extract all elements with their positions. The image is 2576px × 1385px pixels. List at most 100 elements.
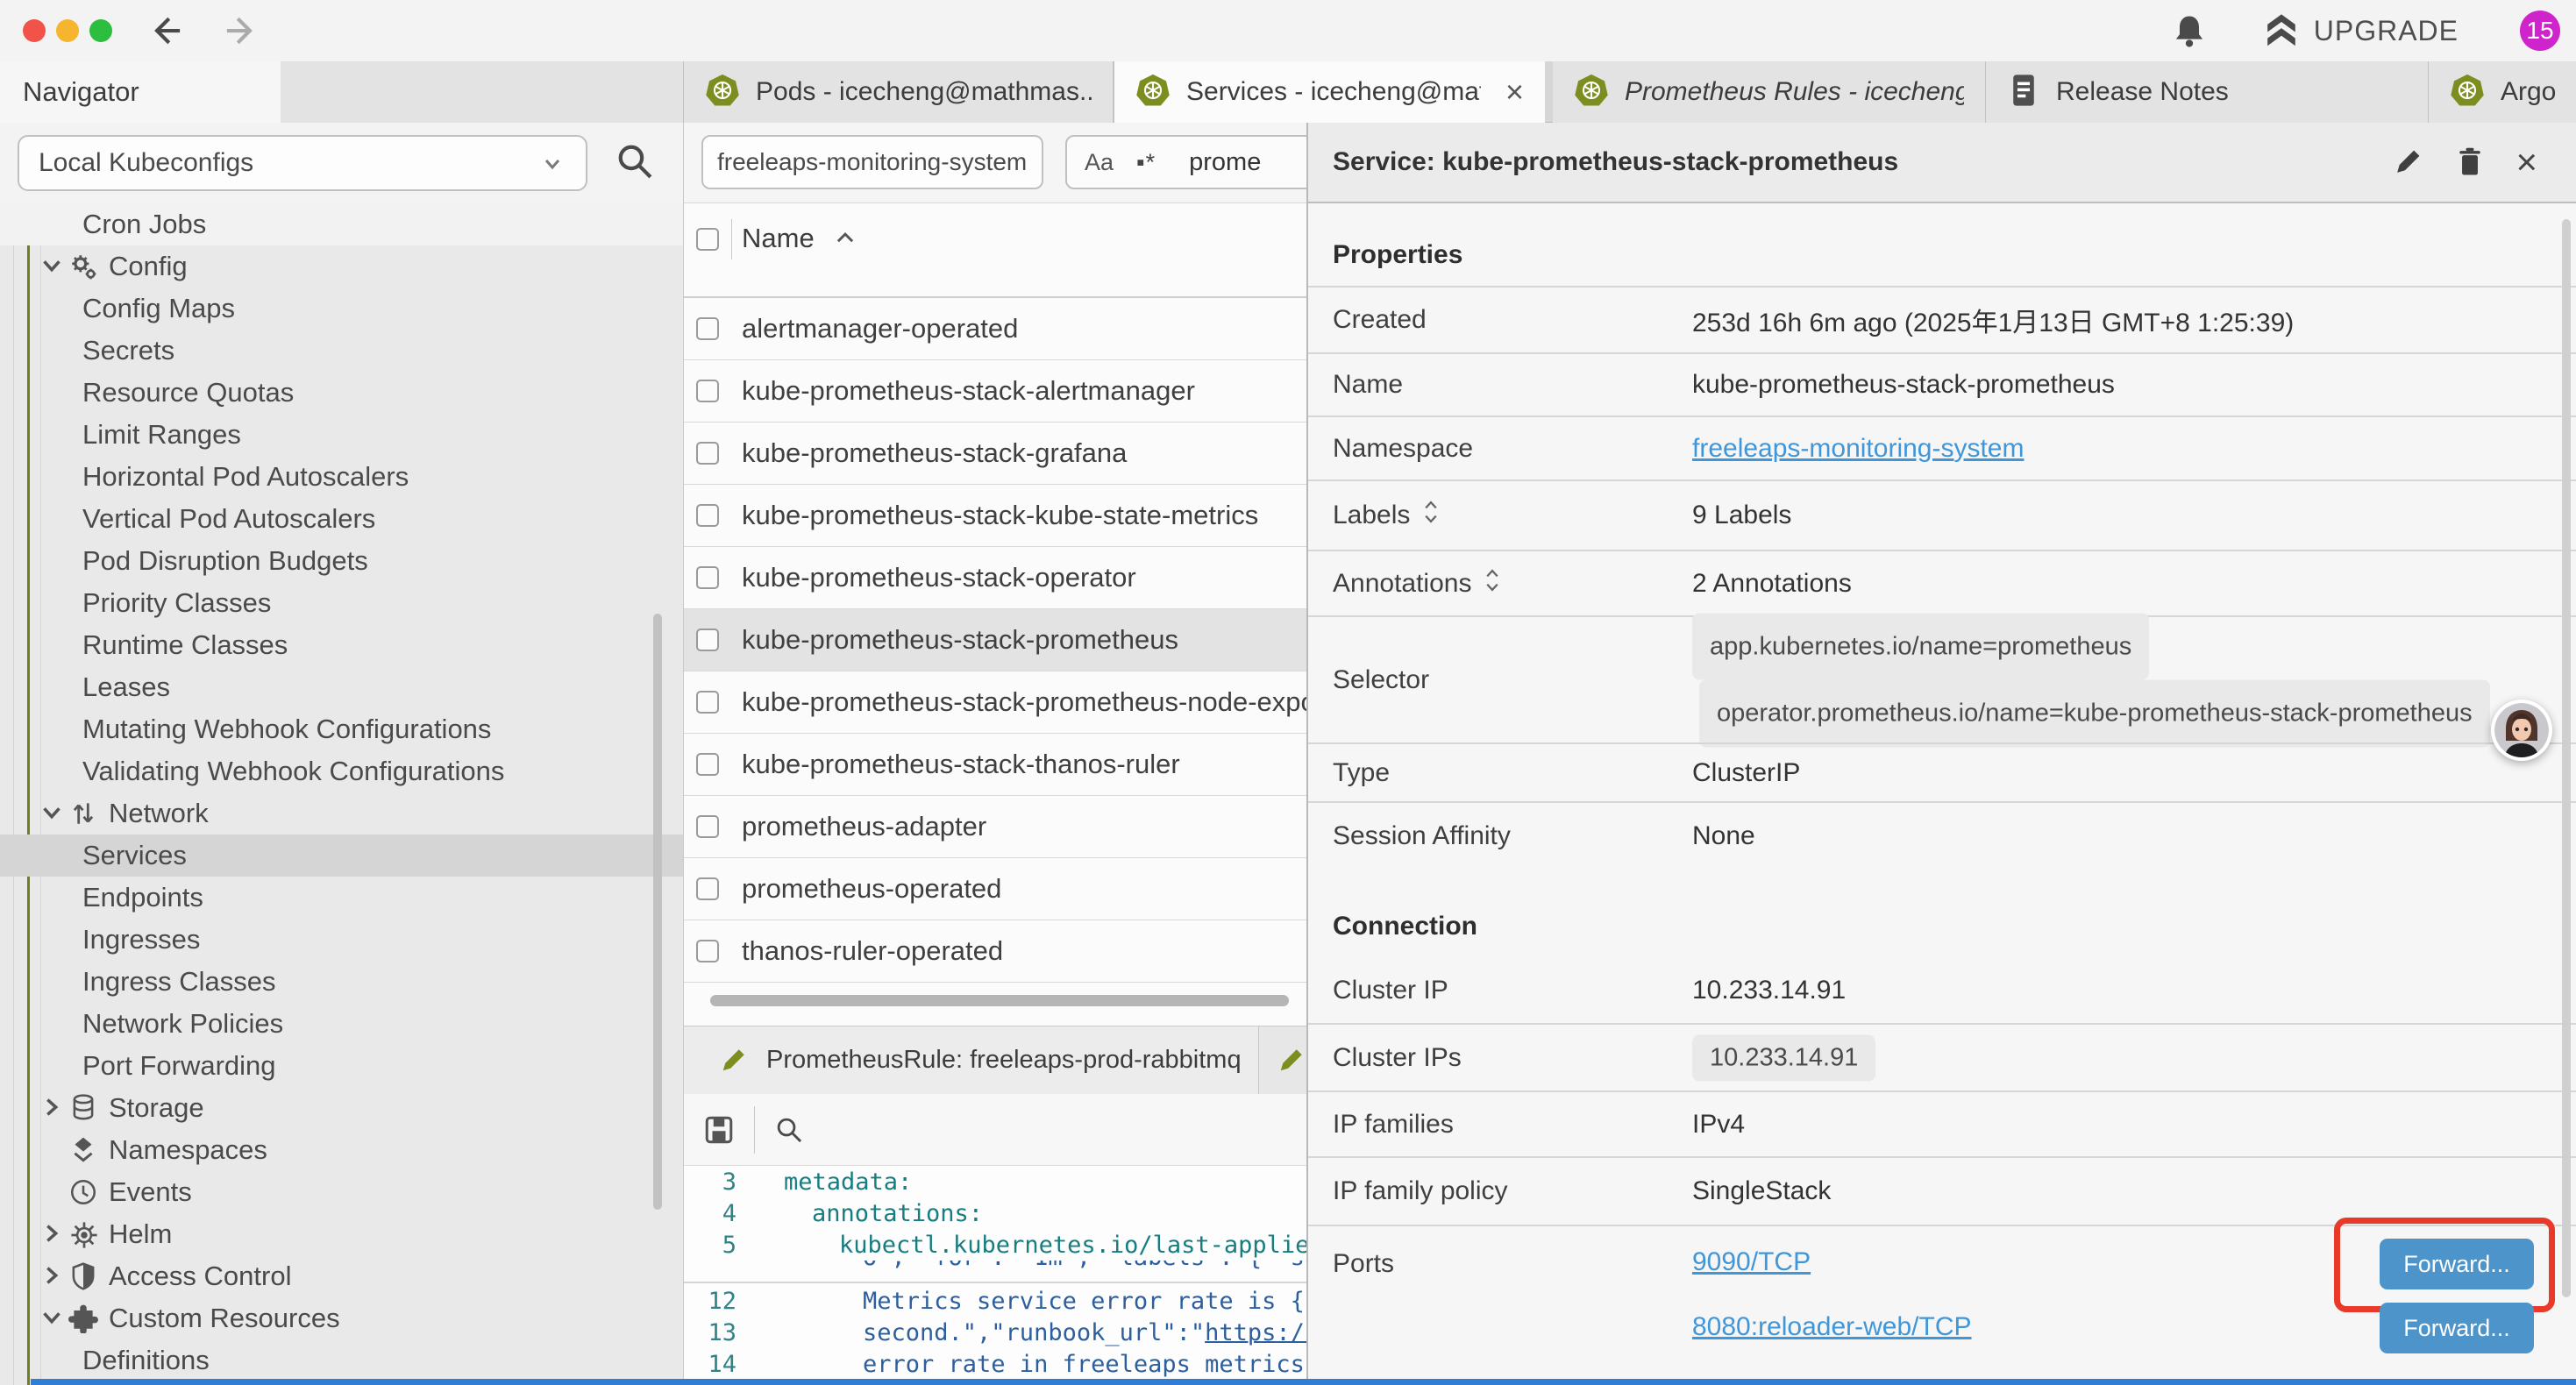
tab-close-icon[interactable]: × — [1505, 76, 1524, 108]
traffic-light-zoom-icon[interactable] — [89, 19, 112, 42]
port-link-9090-tcp[interactable]: 9090/TCP — [1692, 1247, 1811, 1277]
horizontal-scrollbar[interactable] — [710, 995, 1289, 1006]
chevron-down-icon[interactable] — [39, 252, 65, 286]
sidebar-item-priority-classes[interactable]: Priority Classes — [0, 582, 683, 624]
property-label: Annotations — [1333, 567, 1501, 600]
table-row-kube-prometheus-stack-thanos-ruler[interactable]: kube-prometheus-stack-thanos-ruler — [684, 734, 1306, 796]
sidebar-item-storage[interactable]: Storage — [0, 1087, 683, 1129]
chevron-down-icon[interactable] — [39, 799, 65, 833]
row-checkbox[interactable] — [696, 940, 719, 962]
sidebar-item-secrets[interactable]: Secrets — [0, 330, 683, 372]
sidebar-item-runtime-classes[interactable]: Runtime Classes — [0, 624, 683, 666]
chevron-down-icon[interactable] — [39, 1304, 65, 1338]
navigator-panel-tab[interactable]: Navigator — [0, 61, 281, 123]
row-checkbox[interactable] — [696, 815, 719, 838]
avatar[interactable] — [2491, 700, 2552, 761]
sidebar-item-custom-resources[interactable]: Custom Resources — [0, 1297, 683, 1339]
table-row-prometheus-adapter[interactable]: prometheus-adapter — [684, 796, 1306, 858]
sidebar-item-access-control[interactable]: Access Control — [0, 1255, 683, 1297]
editor-tab-bar: PrometheusRule: freeleaps-prod-rabbitmq — [684, 1026, 1306, 1094]
close-icon[interactable]: × — [2516, 144, 2537, 181]
namespace-link[interactable]: freeleaps-monitoring-system — [1692, 434, 2024, 463]
chevron-right-icon[interactable] — [39, 1262, 65, 1296]
traffic-light-close-icon[interactable] — [23, 19, 46, 42]
detail-scrollbar[interactable] — [2562, 219, 2571, 1297]
expand-collapse-icon[interactable] — [1410, 499, 1440, 532]
expand-collapse-icon[interactable] — [1471, 567, 1501, 600]
row-checkbox[interactable] — [696, 753, 719, 776]
table-row-kube-prometheus-stack-kube-state-metrics[interactable]: kube-prometheus-stack-kube-state-metrics — [684, 485, 1306, 547]
port-link-8080-reloader-web-tcp[interactable]: 8080:reloader-web/TCP — [1692, 1312, 1972, 1342]
sidebar-item-helm[interactable]: Helm — [0, 1213, 683, 1255]
sidebar-item-namespaces[interactable]: Namespaces — [0, 1129, 683, 1171]
namespace-filter-dropdown[interactable]: freeleaps-monitoring-system — [701, 135, 1043, 189]
match-case-toggle[interactable]: Aa — [1085, 149, 1114, 176]
search-icon[interactable] — [612, 138, 658, 184]
row-checkbox[interactable] — [696, 380, 719, 402]
table-row-kube-prometheus-stack-prometheus[interactable]: kube-prometheus-stack-prometheus — [684, 609, 1306, 671]
sidebar-item-cron-jobs[interactable]: Cron Jobs — [0, 203, 683, 245]
delete-trash-icon[interactable] — [2454, 146, 2486, 179]
table-search-input[interactable]: Aa ▪* prome — [1065, 135, 1306, 189]
upgrade-chevrons-icon[interactable] — [2261, 11, 2302, 51]
sidebar-item-vertical-pod-autoscalers[interactable]: Vertical Pod Autoscalers — [0, 498, 683, 540]
select-all-checkbox[interactable] — [696, 228, 719, 251]
row-checkbox[interactable] — [696, 877, 719, 900]
save-icon[interactable] — [701, 1112, 737, 1147]
regex-toggle[interactable]: ▪* — [1136, 149, 1156, 176]
sidebar-item-horizontal-pod-autoscalers[interactable]: Horizontal Pod Autoscalers — [0, 456, 683, 498]
sidebar-item-port-forwarding[interactable]: Port Forwarding — [0, 1045, 683, 1087]
chevron-right-icon[interactable] — [39, 1220, 65, 1254]
row-checkbox[interactable] — [696, 442, 719, 465]
sidebar-item-ingress-classes[interactable]: Ingress Classes — [0, 961, 683, 1003]
row-checkbox[interactable] — [696, 691, 719, 714]
sidebar-item-definitions[interactable]: Definitions — [0, 1339, 683, 1381]
sidebar-item-config-maps[interactable]: Config Maps — [0, 288, 683, 330]
name-column-header[interactable]: Name — [742, 223, 857, 254]
sidebar-item-services[interactable]: Services — [0, 835, 683, 877]
row-checkbox[interactable] — [696, 317, 719, 340]
forward-button-2[interactable]: Forward... — [2380, 1303, 2534, 1353]
row-checkbox[interactable] — [696, 629, 719, 651]
tab-pods-icecheng-mathmas[interactable]: Pods - icecheng@mathmas... — [684, 61, 1114, 123]
tab-services-icecheng-math[interactable]: Services - icecheng@math...× — [1114, 61, 1545, 123]
sidebar-scrollbar[interactable] — [653, 614, 662, 1210]
notification-count-badge[interactable]: 15 — [2520, 11, 2560, 51]
table-row-alertmanager-operated[interactable]: alertmanager-operated — [684, 298, 1306, 360]
table-row-kube-prometheus-stack-grafana[interactable]: kube-prometheus-stack-grafana — [684, 423, 1306, 485]
notifications-bell-icon[interactable] — [2170, 11, 2209, 50]
edit-pencil-icon[interactable] — [2391, 146, 2424, 179]
sidebar-item-config[interactable]: Config — [0, 245, 683, 288]
sidebar-item-validating-webhook-configurations[interactable]: Validating Webhook Configurations — [0, 750, 683, 792]
yaml-editor[interactable]: 3metadata:4annotations:5kubectl.kubernet… — [684, 1166, 1306, 1385]
property-row-labels: Labels9 Labels — [1308, 479, 2576, 550]
tab-release-notes[interactable]: Release Notes — [1986, 61, 2429, 123]
sidebar-item-ingresses[interactable]: Ingresses — [0, 919, 683, 961]
table-row-kube-prometheus-stack-alertmanager[interactable]: kube-prometheus-stack-alertmanager — [684, 360, 1306, 423]
kubeconfig-selector[interactable]: Local Kubeconfigs — [18, 135, 587, 191]
sidebar-item-network[interactable]: Network — [0, 792, 683, 835]
table-row-thanos-ruler-operated[interactable]: thanos-ruler-operated — [684, 920, 1306, 983]
traffic-light-minimize-icon[interactable] — [56, 19, 79, 42]
chevron-right-icon[interactable] — [39, 1094, 65, 1127]
table-row-kube-prometheus-stack-operator[interactable]: kube-prometheus-stack-operator — [684, 547, 1306, 609]
sidebar-item-mutating-webhook-configurations[interactable]: Mutating Webhook Configurations — [0, 708, 683, 750]
row-checkbox[interactable] — [696, 504, 719, 527]
sidebar-item-leases[interactable]: Leases — [0, 666, 683, 708]
sidebar-item-endpoints[interactable]: Endpoints — [0, 877, 683, 919]
back-arrow-icon[interactable] — [147, 11, 186, 50]
sidebar-item-pod-disruption-budgets[interactable]: Pod Disruption Budgets — [0, 540, 683, 582]
sidebar-item-events[interactable]: Events — [0, 1171, 683, 1213]
sidebar-item-network-policies[interactable]: Network Policies — [0, 1003, 683, 1045]
sidebar-item-limit-ranges[interactable]: Limit Ranges — [0, 414, 683, 456]
sidebar-item-resource-quotas[interactable]: Resource Quotas — [0, 372, 683, 414]
tab-prometheus-rules-icecheng[interactable]: Prometheus Rules - icecheng... — [1553, 61, 1986, 123]
tab-argo-se[interactable]: Argo Se — [2429, 61, 2576, 123]
table-row-kube-prometheus-stack-prometheus-node-expor[interactable]: kube-prometheus-stack-prometheus-node-ex… — [684, 671, 1306, 734]
editor-tab-next[interactable] — [1259, 1026, 1306, 1094]
row-checkbox[interactable] — [696, 566, 719, 589]
table-row-prometheus-operated[interactable]: prometheus-operated — [684, 858, 1306, 920]
editor-search-icon[interactable] — [772, 1113, 806, 1147]
editor-tab-prometheusrule[interactable]: PrometheusRule: freeleaps-prod-rabbitmq — [684, 1026, 1259, 1094]
upgrade-label[interactable]: UPGRADE — [2314, 15, 2459, 47]
